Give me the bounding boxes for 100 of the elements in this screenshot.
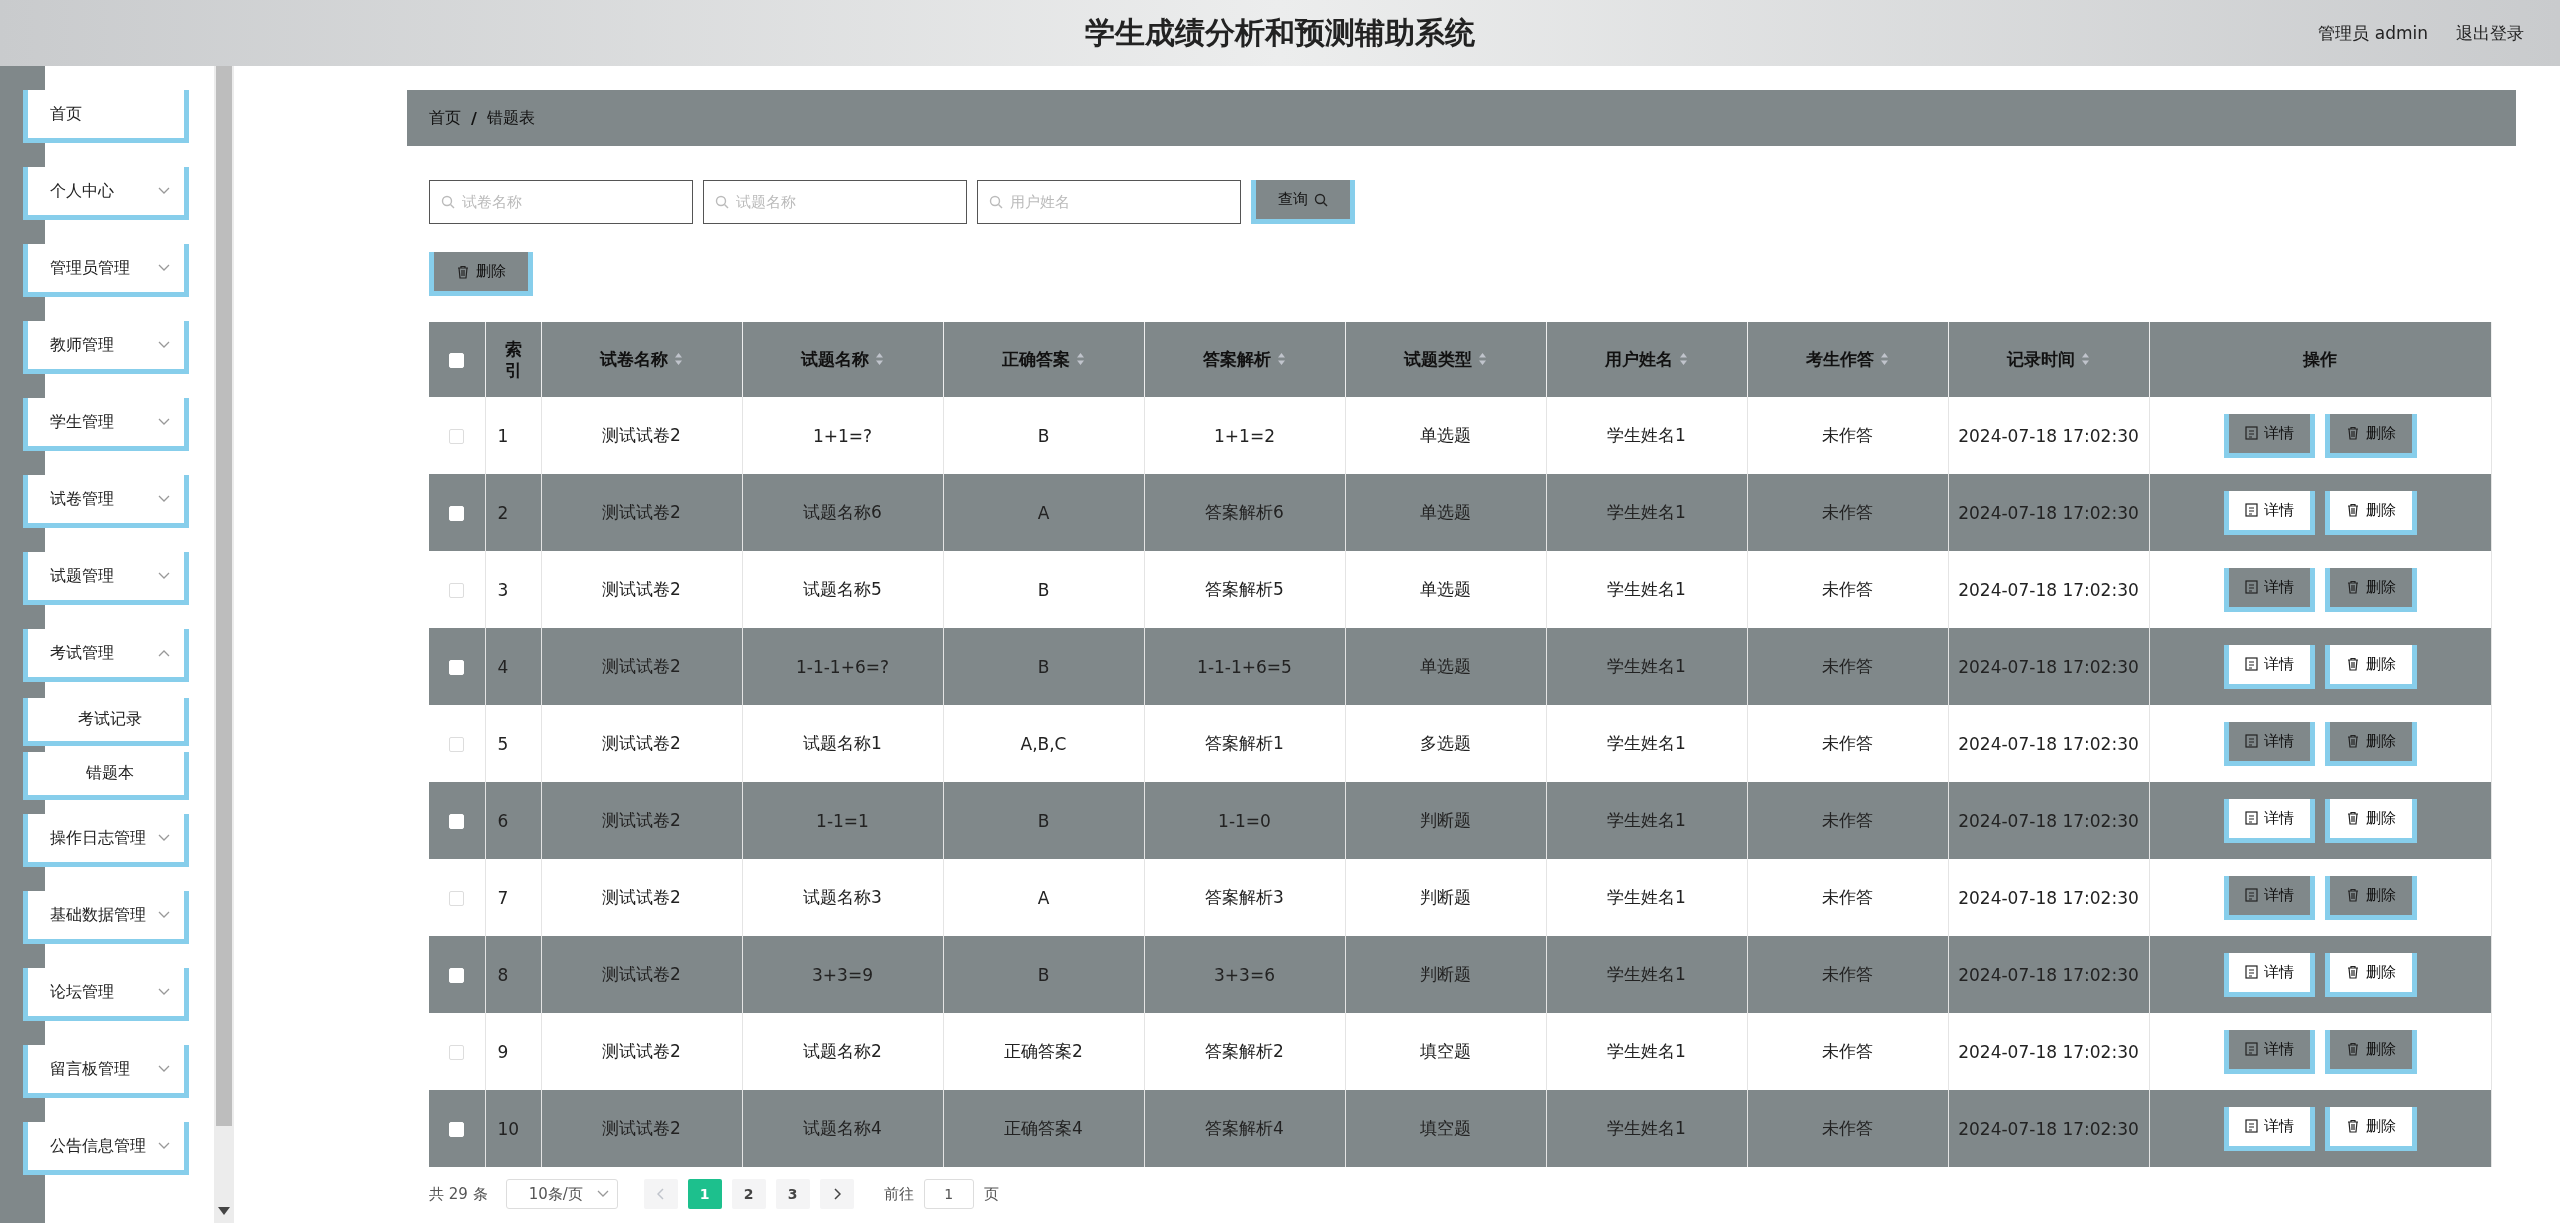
table-cell: 单选题 [1420,502,1471,522]
sidebar-item-label: 基础数据管理 [50,904,146,926]
delete-row-button[interactable]: 删除 [2324,798,2417,843]
sidebar-item[interactable]: 个人中心 [23,167,189,220]
details-button[interactable]: 详情 [2223,875,2315,920]
page-unit-label: 页 [983,1184,999,1204]
details-button[interactable]: 详情 [2223,1106,2315,1151]
details-button[interactable]: 详情 [2223,721,2315,766]
sidebar-item[interactable]: 考试管理 [23,629,189,682]
sort-icon[interactable] [1076,352,1085,367]
sort-icon[interactable] [1679,352,1688,367]
chevron-left-icon [656,1188,665,1200]
details-button[interactable]: 详情 [2223,567,2315,612]
row-checkbox[interactable] [449,891,465,906]
trash-icon [2345,1119,2360,1133]
trash-icon [2345,503,2360,517]
delete-row-button[interactable]: 删除 [2324,952,2417,997]
scrollbar-thumb[interactable] [216,66,232,1126]
details-button[interactable]: 详情 [2223,644,2315,689]
delete-row-button[interactable]: 删除 [2324,644,2417,689]
row-checkbox[interactable] [449,429,465,444]
sort-icon[interactable] [875,352,884,367]
details-button[interactable]: 详情 [2223,490,2315,535]
page-size-select[interactable]: 10条/页 [505,1179,618,1209]
table-cell: A [1037,502,1050,523]
sidebar-item[interactable]: 操作日志管理 [23,814,189,867]
table-cell: 未作答 [1822,810,1873,830]
sidebar-item[interactable]: 首页 [23,90,189,143]
search-field[interactable]: 试卷名称 [429,180,693,224]
delete-row-button[interactable]: 删除 [2324,721,2417,766]
search-field[interactable]: 试题名称 [703,180,967,224]
table-cell: 判断题 [1420,964,1471,984]
sidebar-item-label: 个人中心 [50,180,114,202]
page-jump-field[interactable]: 1 [923,1179,974,1209]
sidebar-item[interactable]: 公告信息管理 [23,1122,189,1175]
total-count: 共 29 条 [429,1184,488,1204]
table-cell: 测试试卷2 [602,425,681,445]
sort-icon[interactable] [2081,352,2090,367]
sidebar-item[interactable]: 试题管理 [23,552,189,605]
delete-row-button[interactable]: 删除 [2324,1029,2417,1074]
logout-link[interactable]: 退出登录 [2456,21,2524,45]
page-button[interactable]: 2 [731,1179,766,1209]
sidebar-item[interactable]: 学生管理 [23,398,189,451]
sidebar-subitem[interactable]: 考试记录 [23,698,189,746]
index-cell: 8 [497,964,509,985]
sidebar-item[interactable]: 基础数据管理 [23,891,189,944]
table-cell: 2024-07-18 17:02:30 [1958,1041,2139,1062]
sidebar-item[interactable]: 试卷管理 [23,475,189,528]
table-cell: 单选题 [1420,656,1471,676]
search-button[interactable]: 查询 [1251,180,1355,224]
table-cell: 答案解析4 [1205,1118,1284,1138]
chevron-right-icon [832,1188,841,1200]
sort-icon[interactable] [1277,352,1286,367]
next-page-button[interactable] [819,1179,854,1209]
table-cell: 正确答案2 [1004,1041,1083,1061]
sidebar-item[interactable]: 留言板管理 [23,1045,189,1098]
scrollbar[interactable] [214,66,234,1223]
details-button[interactable]: 详情 [2223,798,2315,843]
scroll-down-icon[interactable] [218,1207,230,1215]
table-cell: 试题名称6 [803,502,882,522]
row-checkbox[interactable] [449,1045,465,1060]
table-cell: 1+1=2 [1214,425,1275,446]
document-icon [2244,503,2258,517]
delete-row-button[interactable]: 删除 [2324,1106,2417,1151]
details-button[interactable]: 详情 [2223,1029,2315,1074]
search-icon [989,195,1003,209]
column-header: 试题类型 [1404,349,1472,370]
sidebar-item[interactable]: 论坛管理 [23,968,189,1021]
sort-icon[interactable] [1880,352,1889,367]
delete-row-button[interactable]: 删除 [2324,490,2417,535]
delete-row-button[interactable]: 删除 [2324,413,2417,458]
select-all-checkbox[interactable] [449,353,465,368]
row-checkbox[interactable] [449,737,465,752]
delete-row-button[interactable]: 删除 [2324,567,2417,612]
prev-page-button[interactable] [643,1179,678,1209]
trash-icon [2345,657,2360,671]
delete-button[interactable]: 删除 [429,252,533,296]
page-button[interactable]: 3 [775,1179,810,1209]
sidebar-item[interactable]: 教师管理 [23,321,189,374]
delete-row-button[interactable]: 删除 [2324,875,2417,920]
table-cell: 试题名称1 [803,733,882,753]
table-cell: 答案解析3 [1205,887,1284,907]
breadcrumb-item: 错题表 [486,107,535,129]
column-header: 试卷名称 [600,349,668,370]
table-cell: 答案解析5 [1205,579,1284,599]
breadcrumb-item[interactable]: 首页 [429,107,461,129]
details-button[interactable]: 详情 [2223,952,2315,997]
sidebar-item-label: 试题管理 [50,565,114,587]
details-button[interactable]: 详情 [2223,413,2315,458]
table-cell: 测试试卷2 [602,1118,681,1138]
table-cell: 答案解析1 [1205,733,1284,753]
sort-icon[interactable] [1478,352,1487,367]
table-cell: 2024-07-18 17:02:30 [1958,579,2139,600]
sort-icon[interactable] [674,352,683,367]
sidebar-item[interactable]: 管理员管理 [23,244,189,297]
caret-icon [596,1190,609,1198]
search-field[interactable]: 用户姓名 [977,180,1241,224]
row-checkbox[interactable] [449,583,465,598]
sidebar-subitem[interactable]: 错题本 [23,752,189,800]
table-cell: 测试试卷2 [602,887,681,907]
